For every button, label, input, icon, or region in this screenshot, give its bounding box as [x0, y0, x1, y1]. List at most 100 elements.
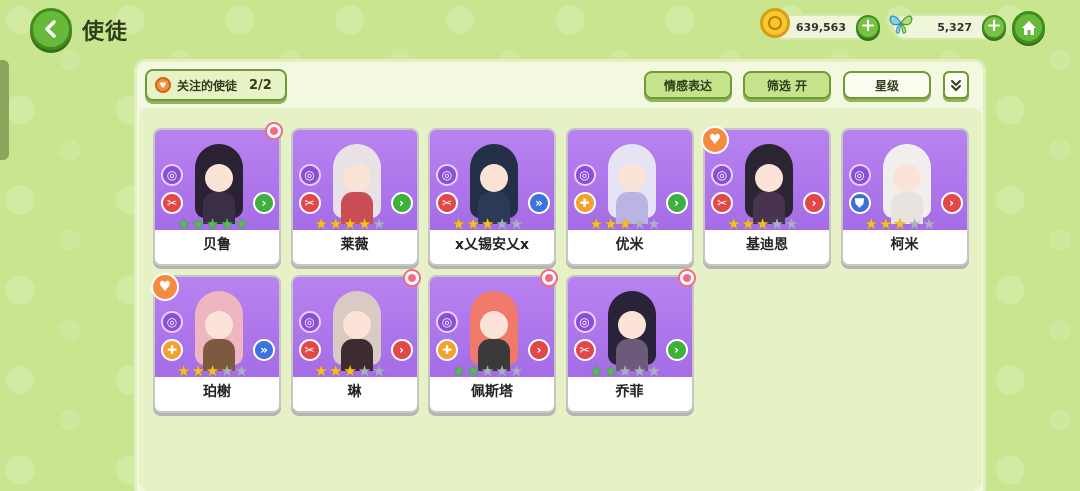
role-icon: ⛊ [848, 192, 871, 214]
apostle-card[interactable]: ◎ ✂ › ★ ★ ★ ★ ★ 乔菲 [565, 275, 694, 413]
role-icon: ✂ [436, 192, 458, 214]
role-icon: ✂ [161, 192, 183, 214]
home-button[interactable] [1012, 11, 1045, 44]
flower-badge-icon [402, 269, 421, 287]
apostle-portrait [739, 140, 799, 224]
spiral-class-icon: ◎ [436, 164, 458, 186]
star-filled-icon: ★ [205, 362, 220, 380]
star-empty-icon: ★ [647, 362, 661, 380]
star-rating: ★ ★ ★ ★ ★ [727, 217, 798, 232]
star-filled-icon: ★ [480, 215, 495, 233]
star-empty-icon: ★ [220, 362, 234, 380]
spiral-class-icon: ◎ [161, 311, 183, 333]
expand-collapse-button[interactable] [943, 71, 969, 99]
apostle-card[interactable]: ◎ ✂ › ★ ★ ★ ★ ★ 琳 [290, 275, 419, 413]
apostle-name: 琳 [347, 384, 362, 400]
filter-toggle-button[interactable]: 筛选 开 [743, 71, 831, 99]
heart-icon: ♥ [155, 77, 171, 93]
element-arrow-icon: › [803, 192, 825, 214]
star-empty-icon: ★ [495, 362, 509, 380]
apostle-portrait [189, 140, 249, 224]
role-icon: ✚ [161, 339, 183, 361]
apostle-card[interactable]: ◎ ✚ › ★ ★ ★ ★ ★ 优米 [565, 128, 694, 266]
element-arrow-icon: › [390, 192, 413, 214]
flower-badge-icon [540, 269, 558, 287]
element-arrow-icon: » [528, 192, 550, 214]
followed-count: 2/2 [249, 77, 272, 93]
star-filled-icon: ★ [589, 362, 603, 380]
role-icon: ✂ [711, 192, 733, 214]
apostle-card[interactable]: ◎ ✂ › ★ ★ ★ ★ ★ 贝鲁 [153, 128, 281, 266]
star-filled-icon: ★ [343, 215, 357, 233]
apostle-name: 贝鲁 [203, 237, 231, 253]
element-arrow-icon: › [665, 192, 688, 214]
add-coin-button[interactable]: + [856, 15, 880, 39]
star-empty-icon: ★ [770, 215, 784, 233]
side-drawer-handle[interactable] [0, 60, 9, 160]
double-chevron-down-icon [951, 80, 961, 92]
role-icon: ✚ [573, 192, 596, 214]
star-empty-icon: ★ [495, 215, 509, 233]
role-icon: ✚ [436, 339, 458, 361]
star-rating: ★ ★ ★ ★ ★ [315, 217, 386, 232]
heart-badge-icon: ♥ [701, 126, 729, 154]
spiral-class-icon: ◎ [573, 164, 596, 186]
star-filled-icon: ★ [357, 215, 372, 233]
home-icon [1021, 20, 1036, 35]
star-empty-icon: ★ [357, 362, 372, 380]
role-icon: ✂ [573, 339, 596, 361]
flower-badge-icon [677, 269, 696, 287]
star-empty-icon: ★ [922, 215, 936, 233]
star-rating: ★ ★ ★ ★ ★ [177, 217, 248, 232]
star-rating: ★ ★ ★ ★ ★ [590, 364, 661, 379]
apostle-name: 乔菲 [615, 384, 644, 400]
back-button[interactable] [30, 8, 72, 50]
apostle-name: 优米 [615, 237, 644, 253]
star-empty-icon: ★ [632, 215, 647, 233]
star-empty-icon: ★ [234, 362, 249, 380]
spiral-class-icon: ◎ [436, 311, 458, 333]
add-gem-button[interactable]: + [982, 15, 1006, 39]
star-filled-icon: ★ [205, 215, 220, 233]
flower-badge-icon [265, 122, 283, 140]
apostle-name: 柯米 [890, 237, 919, 253]
star-filled-icon: ★ [328, 215, 343, 233]
star-rating: ★ ★ ★ ★ ★ [590, 217, 661, 232]
star-filled-icon: ★ [589, 215, 603, 233]
spiral-class-icon: ◎ [573, 311, 596, 333]
emote-label: 情感表达 [663, 78, 712, 93]
apostle-portrait [877, 140, 937, 224]
coin-amount: 639,563 [795, 20, 846, 34]
gem-amount: 5,327 [937, 20, 972, 34]
star-empty-icon: ★ [618, 362, 632, 380]
apostle-name: 基迪恩 [746, 237, 788, 253]
role-icon: ✂ [298, 339, 321, 361]
coin-icon [760, 8, 790, 38]
star-filled-icon: ★ [191, 215, 205, 233]
apostle-card[interactable]: ◎ ⛊ › ★ ★ ★ ★ ★ 柯米 [840, 128, 969, 266]
star-filled-icon: ★ [452, 362, 466, 380]
filter-label: 筛选 开 [766, 78, 808, 93]
apostle-portrait [189, 287, 249, 371]
star-filled-icon: ★ [618, 215, 632, 233]
star-empty-icon: ★ [632, 362, 647, 380]
spiral-class-icon: ◎ [161, 164, 183, 186]
apostle-card[interactable]: ◎ ✂ › ★ ★ ★ ★ ★ 莱薇 [290, 128, 419, 266]
star-rating: ★ ★ ★ ★ ★ [452, 364, 523, 379]
star-filled-icon: ★ [878, 215, 893, 233]
star-rating: ★ ★ ★ ★ ★ [315, 364, 386, 379]
star-filled-icon: ★ [191, 362, 205, 380]
emote-button[interactable]: 情感表达 [644, 71, 732, 99]
star-empty-icon: ★ [372, 215, 386, 233]
followed-apostles-button[interactable]: ♥ 关注的使徒 2/2 [145, 69, 287, 101]
butterfly-gem-icon [886, 8, 916, 38]
apostle-card[interactable]: ◎ ✂» ★ ★ ★ ★ ★ x乂锡安乂x [428, 128, 556, 266]
star-filled-icon: ★ [603, 362, 618, 380]
star-empty-icon: ★ [907, 215, 922, 233]
apostle-name: x乂锡安乂x [454, 237, 530, 253]
star-sort-button[interactable]: 星级 [843, 71, 931, 99]
apostle-card[interactable]: ◎ ✚ › ★ ★ ★ ★ ★ 佩斯塔 [428, 275, 556, 413]
apostle-portrait [602, 287, 662, 371]
apostle-portrait [602, 140, 662, 224]
element-arrow-icon: › [665, 339, 688, 361]
